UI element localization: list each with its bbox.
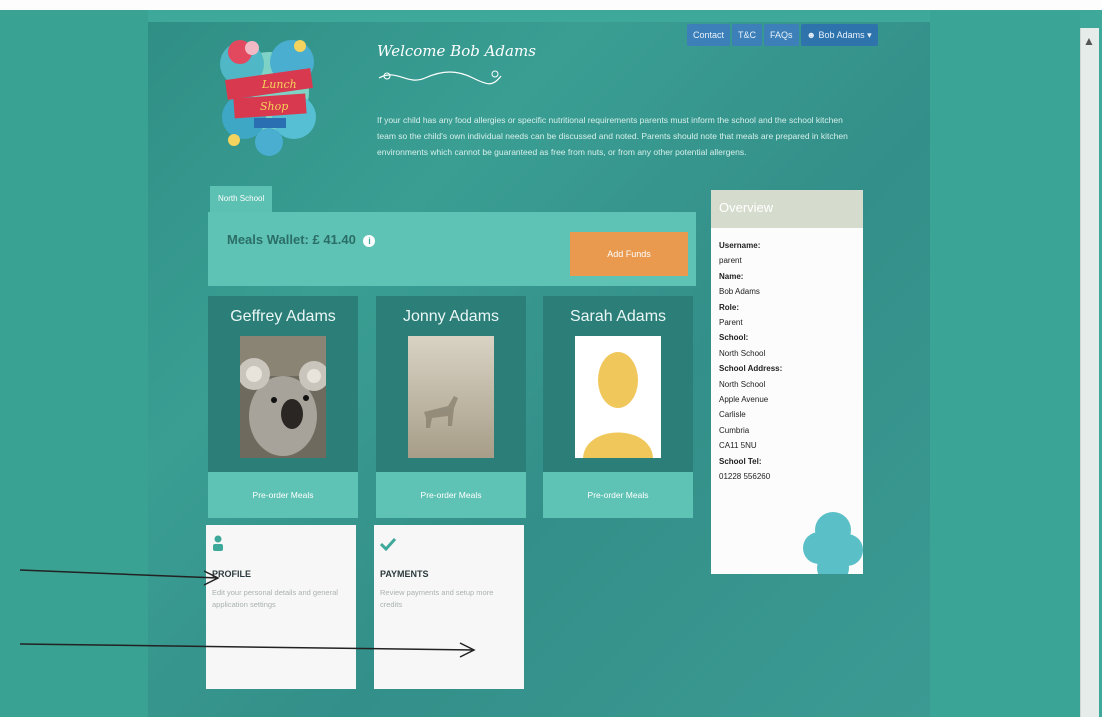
arrow-to-payments	[19, 642, 476, 658]
arrow-to-profile	[19, 569, 220, 586]
annotation-arrows	[19, 569, 476, 658]
